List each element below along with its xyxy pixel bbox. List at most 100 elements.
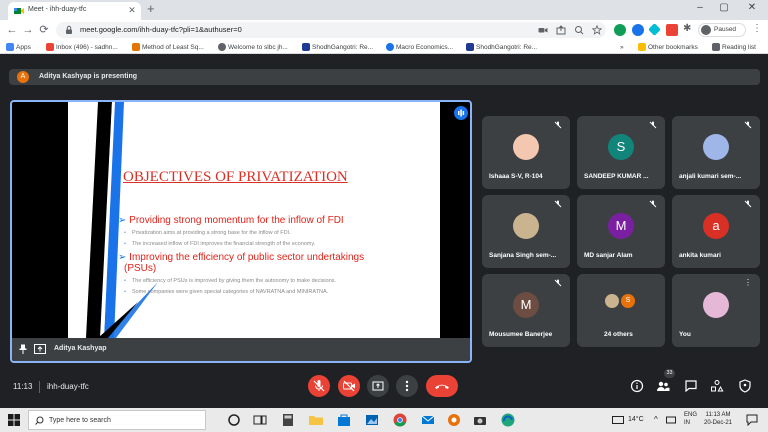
notification-icon[interactable] [746, 414, 758, 426]
browser-tab[interactable]: Meet - ihh-duay-tfc ✕ [8, 2, 141, 20]
bookmark-apps[interactable]: Apps [6, 42, 31, 52]
presenting-text: Aditya Kashyap is presenting [39, 73, 138, 80]
bookmark-macro-economics[interactable]: Macro Economics... [386, 42, 453, 52]
taskbar-search[interactable]: Type here to search [28, 410, 206, 430]
network-icon[interactable] [666, 415, 676, 425]
d-icon [466, 43, 474, 51]
reading-list[interactable]: Reading list [712, 42, 756, 52]
clock-date: 20-Dec-21 [704, 420, 733, 426]
self-name: You [679, 331, 691, 338]
address-bar[interactable]: meet.google.com/ihh-duay-tfc?pli=1&authu… [56, 22, 606, 38]
bookmark-star-icon[interactable] [592, 25, 602, 35]
taskbar-clock[interactable]: 11:13 AM 20-Dec-21 [704, 411, 732, 427]
bookmark-slbc[interactable]: Welcome to slbc jh... [218, 42, 288, 52]
d-icon [302, 43, 310, 51]
extension-red-icon[interactable] [666, 24, 678, 36]
globe-icon [218, 43, 226, 51]
other-bookmarks[interactable]: Other bookmarks [638, 42, 698, 52]
participant-tile[interactable]: a ankita kumari [672, 195, 760, 268]
mic-toggle-button[interactable] [308, 375, 330, 397]
bookmark-method-least-sq[interactable]: Method of Least Sq... [132, 42, 204, 52]
others-tile[interactable]: S 24 others [577, 274, 665, 347]
profile-label: Paused [714, 26, 737, 33]
participant-tile[interactable]: M MD sanjar Alam [577, 195, 665, 268]
slide-bullet: • The efficiency of PSUs is improved by g… [124, 278, 337, 284]
others-count-label: 24 others [604, 331, 633, 338]
participant-tile[interactable]: S SANDEEP KUMAR ... [577, 116, 665, 189]
tray-overflow-icon[interactable]: ^ [654, 415, 658, 424]
activities-icon[interactable] [710, 379, 724, 393]
store-icon[interactable] [336, 412, 352, 428]
lock-icon[interactable] [64, 25, 74, 35]
maximize-icon[interactable]: ▢ [716, 2, 732, 13]
extensions-puzzle-icon[interactable]: ✱ [683, 23, 691, 34]
bookmark-shodhgangotri-2[interactable]: ShodhGangotri: Re... [466, 42, 537, 52]
bookmarks-overflow-button[interactable]: » [620, 42, 624, 52]
windows-start-icon[interactable] [8, 414, 20, 426]
camera-in-use-icon[interactable] [538, 25, 548, 35]
end-call-button[interactable] [426, 375, 458, 397]
file-explorer-icon[interactable] [308, 412, 324, 428]
chrome-menu-icon[interactable]: ⋮ [752, 23, 762, 34]
back-icon[interactable]: ← [4, 22, 20, 38]
bookmark-gmail[interactable]: Inbox (496) - sadhn... [46, 42, 118, 52]
people-icon[interactable] [656, 379, 670, 393]
participant-avatar: a [703, 213, 729, 239]
language-indicator[interactable]: ENG IN [684, 411, 697, 427]
participant-tile[interactable]: anjali kumari sem-... [672, 116, 760, 189]
participant-tile[interactable]: Ishaaa S-V, R-104 [482, 116, 570, 189]
meeting-details-icon[interactable] [630, 379, 644, 393]
weather-icon[interactable] [612, 415, 624, 425]
extension-shield-icon[interactable] [632, 24, 644, 36]
chat-icon[interactable] [684, 379, 698, 393]
mic-off-icon [649, 121, 657, 129]
cortana-icon[interactable] [226, 412, 242, 428]
camera-toggle-button[interactable] [338, 375, 360, 397]
url-text: meet.google.com/ihh-duay-tfc?pli=1&authu… [80, 25, 242, 34]
weather-temperature[interactable]: 14°C [628, 416, 644, 423]
participant-name: ankita kumari [679, 252, 721, 259]
chrome-icon[interactable] [392, 412, 408, 428]
calculator-icon[interactable] [280, 412, 296, 428]
media-player-icon[interactable] [446, 412, 462, 428]
present-now-button[interactable] [367, 375, 389, 397]
participant-tile[interactable]: Sanjana Singh sem-... [482, 195, 570, 268]
extension-diamond-icon[interactable] [648, 23, 661, 36]
camera-app-icon[interactable] [472, 412, 488, 428]
extension-grammarly-icon[interactable] [614, 24, 626, 36]
self-tile[interactable]: ⋮ You [672, 274, 760, 347]
minimize-icon[interactable]: – [692, 2, 708, 13]
presentation-tile[interactable]: OBJECTIVES OF PRIVATIZATION ➢ Providing … [10, 100, 472, 363]
edge-icon[interactable] [500, 412, 516, 428]
reload-icon[interactable]: ⟳ [36, 22, 52, 38]
task-view-icon[interactable] [252, 412, 268, 428]
audio-level-icon [454, 106, 468, 120]
bookmark-shodhgangotri-1[interactable]: ShodhGangotri: Re... [302, 42, 373, 52]
participant-tile[interactable]: M Mousumee Banerjee [482, 274, 570, 347]
more-options-icon[interactable]: ⋮ [744, 279, 752, 287]
host-controls-icon[interactable] [738, 379, 752, 393]
pin-icon[interactable] [18, 344, 28, 354]
profile-button[interactable]: Paused [698, 23, 746, 37]
photos-icon[interactable] [364, 412, 380, 428]
new-tab-button[interactable]: + [147, 2, 155, 16]
tab-close-icon[interactable]: ✕ [126, 5, 138, 16]
window-close-icon[interactable]: ✕ [744, 2, 760, 13]
more-options-button[interactable] [396, 375, 418, 397]
bookmark-label: ShodhGangotri: Re... [312, 43, 374, 51]
participant-name: anjali kumari sem-... [679, 173, 742, 180]
region-code: IN [684, 420, 690, 426]
slide-title: OBJECTIVES OF PRIVATIZATION [123, 169, 348, 185]
zoom-icon[interactable] [574, 25, 584, 35]
mail-icon[interactable] [420, 412, 436, 428]
participant-name: MD sanjar Alam [584, 252, 633, 259]
forward-icon[interactable]: → [20, 22, 36, 38]
presenting-banner: A Aditya Kashyap is presenting [9, 69, 760, 85]
meet-favicon-icon [14, 6, 24, 16]
present-to-all-icon[interactable] [34, 344, 46, 354]
circle-icon [386, 43, 394, 51]
bookmark-label: Macro Economics... [396, 43, 454, 51]
windows-taskbar: Type here to search 14°C ^ ENG IN 11:13 … [0, 408, 768, 432]
participant-avatar: M [513, 292, 539, 318]
share-icon[interactable] [556, 25, 566, 35]
